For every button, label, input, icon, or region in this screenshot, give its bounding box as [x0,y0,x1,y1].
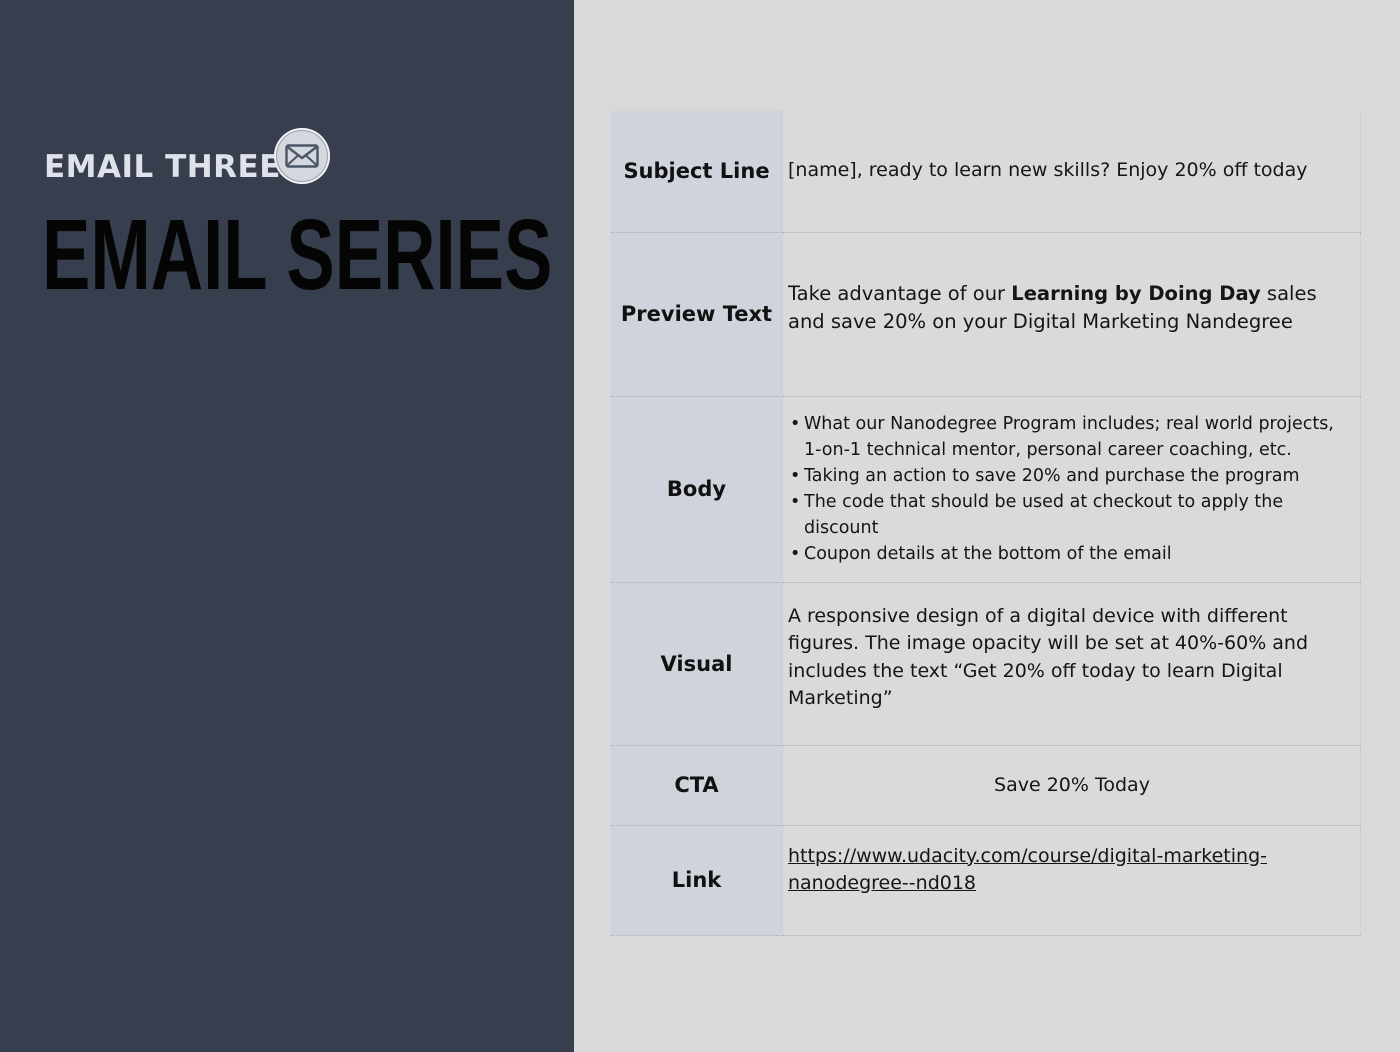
page-title: EMAIL SERIES [42,199,553,311]
list-item: Taking an action to save 20% and purchas… [790,463,1356,489]
link-value: https://www.udacity.com/course/digital-m… [782,825,1361,936]
list-item: Coupon details at the bottom of the emai… [790,541,1356,567]
table-row-subject-line: Subject Line [name], ready to learn new … [611,111,1361,233]
list-item: The code that should be used at checkout… [790,489,1356,541]
visual-value: A responsive design of a digital device … [782,582,1361,746]
left-panel: EMAIL THREE EMAIL SERIES [0,0,574,1052]
subject-line-value: [name], ready to learn new skills? Enjoy… [782,111,1361,233]
table-row-cta: CTA Save 20% Today [611,745,1361,826]
preview-text-label: Preview Text [611,232,783,397]
eyebrow-label: EMAIL THREE [44,149,281,185]
course-link[interactable]: https://www.udacity.com/course/digital-m… [788,845,1267,894]
body-label: Body [611,396,783,583]
email-spec-table: Subject Line [name], ready to learn new … [611,111,1361,936]
visual-label: Visual [611,582,783,746]
link-label: Link [611,825,783,936]
table-row-body: Body What our Nanodegree Program include… [611,396,1361,583]
envelope-icon [274,128,330,184]
subject-line-label: Subject Line [611,111,783,233]
preview-text-before: Take advantage of our [788,282,1012,305]
table-row-preview-text: Preview Text Take advantage of our Learn… [611,232,1361,397]
cta-value: Save 20% Today [782,745,1361,826]
body-value: What our Nanodegree Program includes; re… [782,396,1361,583]
preview-text-emphasis: Learning by Doing Day [1011,282,1261,305]
table-row-visual: Visual A responsive design of a digital … [611,582,1361,746]
body-bullet-list: What our Nanodegree Program includes; re… [790,411,1356,567]
cta-label: CTA [611,745,783,826]
preview-text-value: Take advantage of our Learning by Doing … [782,232,1361,397]
table-row-link: Link https://www.udacity.com/course/digi… [611,825,1361,936]
list-item: What our Nanodegree Program includes; re… [790,411,1356,463]
